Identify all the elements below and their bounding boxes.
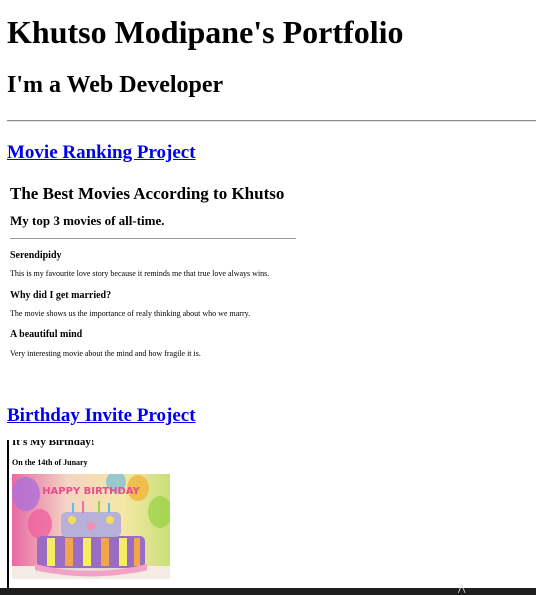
movie-page-divider [10,238,296,239]
bottom-toolbar: ⋀ [0,585,536,595]
birthday-cake-image: HAPPY BIRTHDAY [12,474,170,579]
movie-title: A beautiful mind [10,329,83,340]
birthday-invite-project-link[interactable]: Birthday Invite Project [7,404,196,428]
page-title: Khutso Modipane's Portfolio [7,14,404,50]
movie-ranking-iframe[interactable]: The Best Movies According to Khutso My t… [7,176,303,376]
section-divider [7,120,536,122]
invite-date: On the 14th of Junary [12,458,88,467]
movie-title: Why did I get married? [10,290,112,301]
birthday-invite-iframe[interactable]: It's My Birthday! On the 14th of Junary [7,440,195,595]
invite-title: It's My Birthday! [12,440,95,448]
page-subtitle: I'm a Web Developer [7,72,224,98]
movie-title: Serendipidy [10,250,62,261]
movie-description: The movie shows us the importance of rea… [10,309,251,318]
movie-ranking-project-link[interactable]: Movie Ranking Project [7,141,196,165]
movie-description: This is my favourite love story because … [10,269,270,278]
movie-page-title: The Best Movies According to Khutso [10,184,285,203]
movie-description: Very interesting movie about the mind an… [10,349,201,358]
cake-topper-text: HAPPY BIRTHDAY [42,486,140,497]
chevron-up-icon[interactable]: ⋀ [458,585,465,594]
movie-page-subtitle: My top 3 movies of all-time. [10,213,165,228]
